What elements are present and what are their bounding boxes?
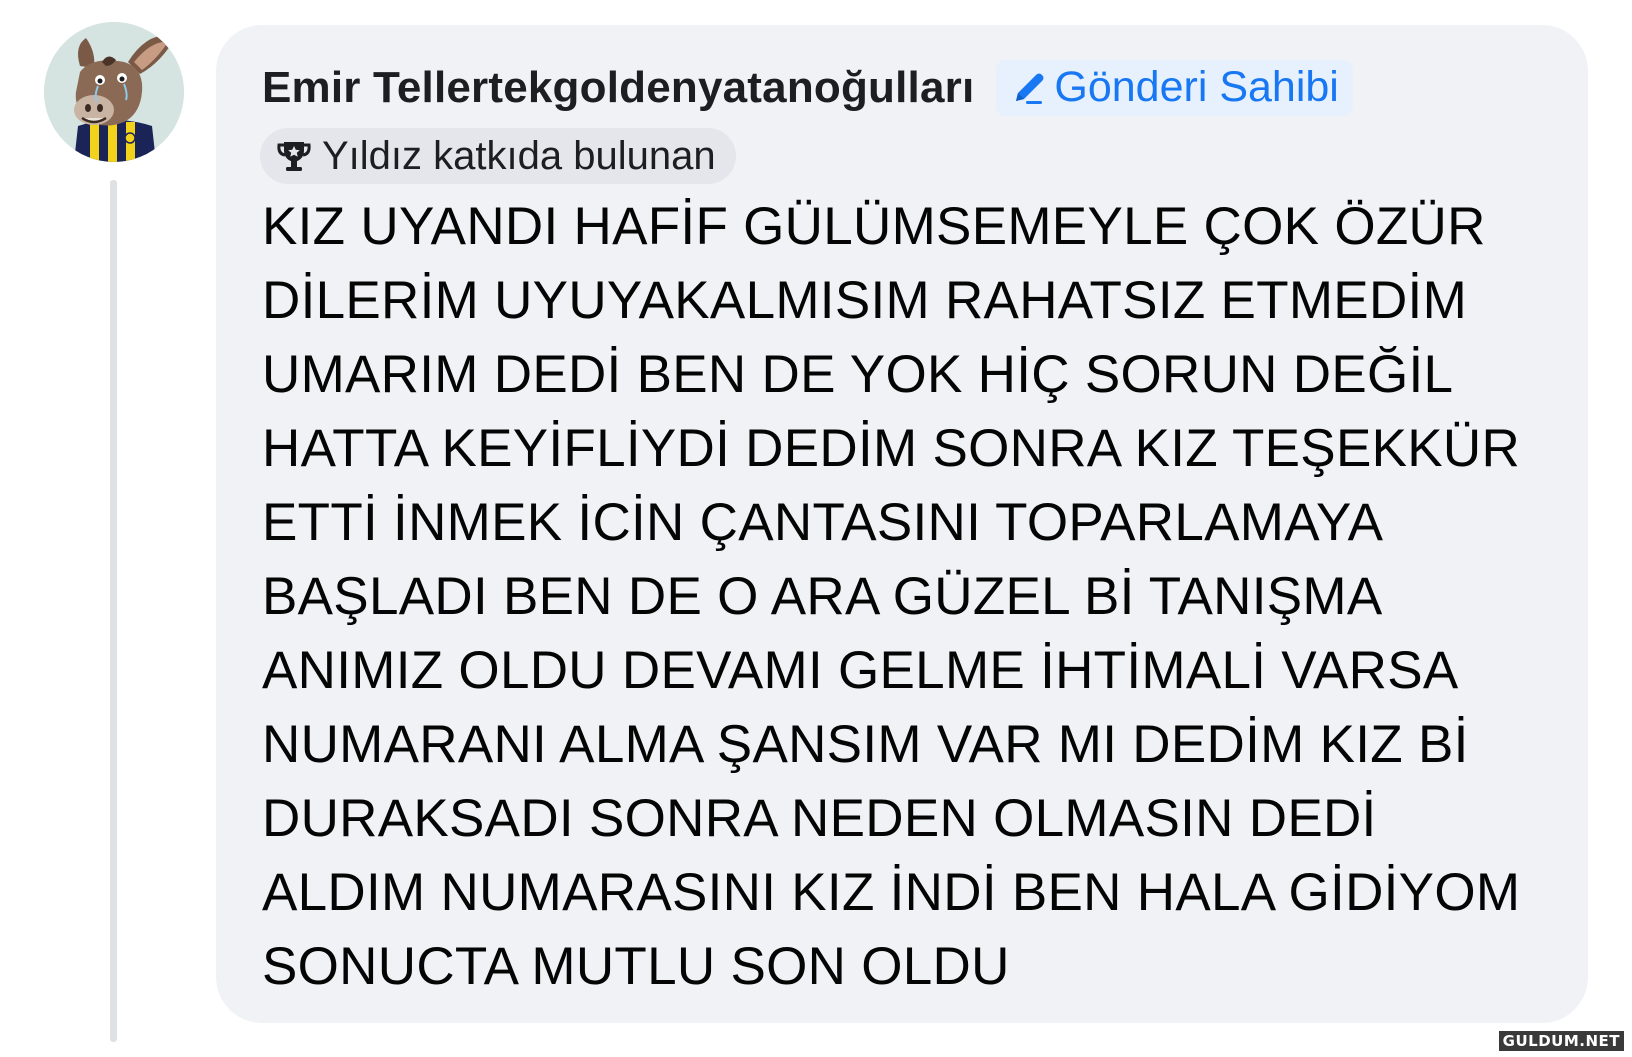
thread-line	[110, 180, 117, 1042]
trophy-icon	[277, 142, 311, 171]
author-name[interactable]: Emir Tellertekgoldenyatanoğulları	[262, 63, 974, 113]
pencil-icon	[1016, 73, 1044, 104]
comment-text-line: HATTA KEYİFLİYDİ DEDİM SONRA KIZ TEŞEKKÜ…	[262, 419, 1521, 478]
comment-text-line: KIZ UYANDI HAFİF GÜLÜMSEMEYLE ÇOK ÖZÜR	[262, 197, 1486, 256]
comment-text-line: NUMARANI ALMA ŞANSIM VAR MI DEDİM KIZ Bİ	[262, 715, 1469, 774]
comment-text: KIZ UYANDI HAFİF GÜLÜMSEMEYLE ÇOK ÖZÜR D…	[262, 190, 1592, 1004]
comment-text-line: ANIMIZ OLDU DEVAMI GELME İHTİMALİ VARSA	[262, 641, 1459, 700]
watermark: GULDUM.NET	[1498, 1031, 1624, 1051]
contributor-badge-label: Yıldız katkıda bulunan	[322, 133, 716, 178]
comment-header: Emir Tellertekgoldenyatanoğulları Gönder…	[262, 60, 1353, 116]
comment-text-line: DİLERİM UYUYAKALMISIM RAHATSIZ ETMEDİM	[262, 271, 1468, 330]
comment-text-line: ETTİ İNMEK İCİN ÇANTASINI TOPARLAMAYA	[262, 493, 1384, 552]
donkey-avatar-icon	[44, 22, 184, 162]
comment-text-line: DURAKSADI SONRA NEDEN OLMASIN DEDİ	[262, 789, 1377, 848]
owner-badge-label: Gönderi Sahibi	[1054, 62, 1339, 111]
contributor-badge[interactable]: Yıldız katkıda bulunan	[260, 128, 736, 184]
owner-badge: Gönderi Sahibi	[996, 60, 1353, 116]
comment-text-line: ALDIM NUMARASINI KIZ İNDİ BEN HALA GİDİY…	[262, 863, 1521, 922]
comment-text-line: BAŞLADI BEN DE O ARA GÜZEL Bİ TANIŞMA	[262, 567, 1383, 626]
comment-text-line: SONUCTA MUTLU SON OLDU	[262, 937, 1010, 996]
avatar[interactable]	[44, 22, 184, 162]
comment-text-line: UMARIM DEDİ BEN DE YOK HİÇ SORUN DEĞİL	[262, 345, 1454, 404]
